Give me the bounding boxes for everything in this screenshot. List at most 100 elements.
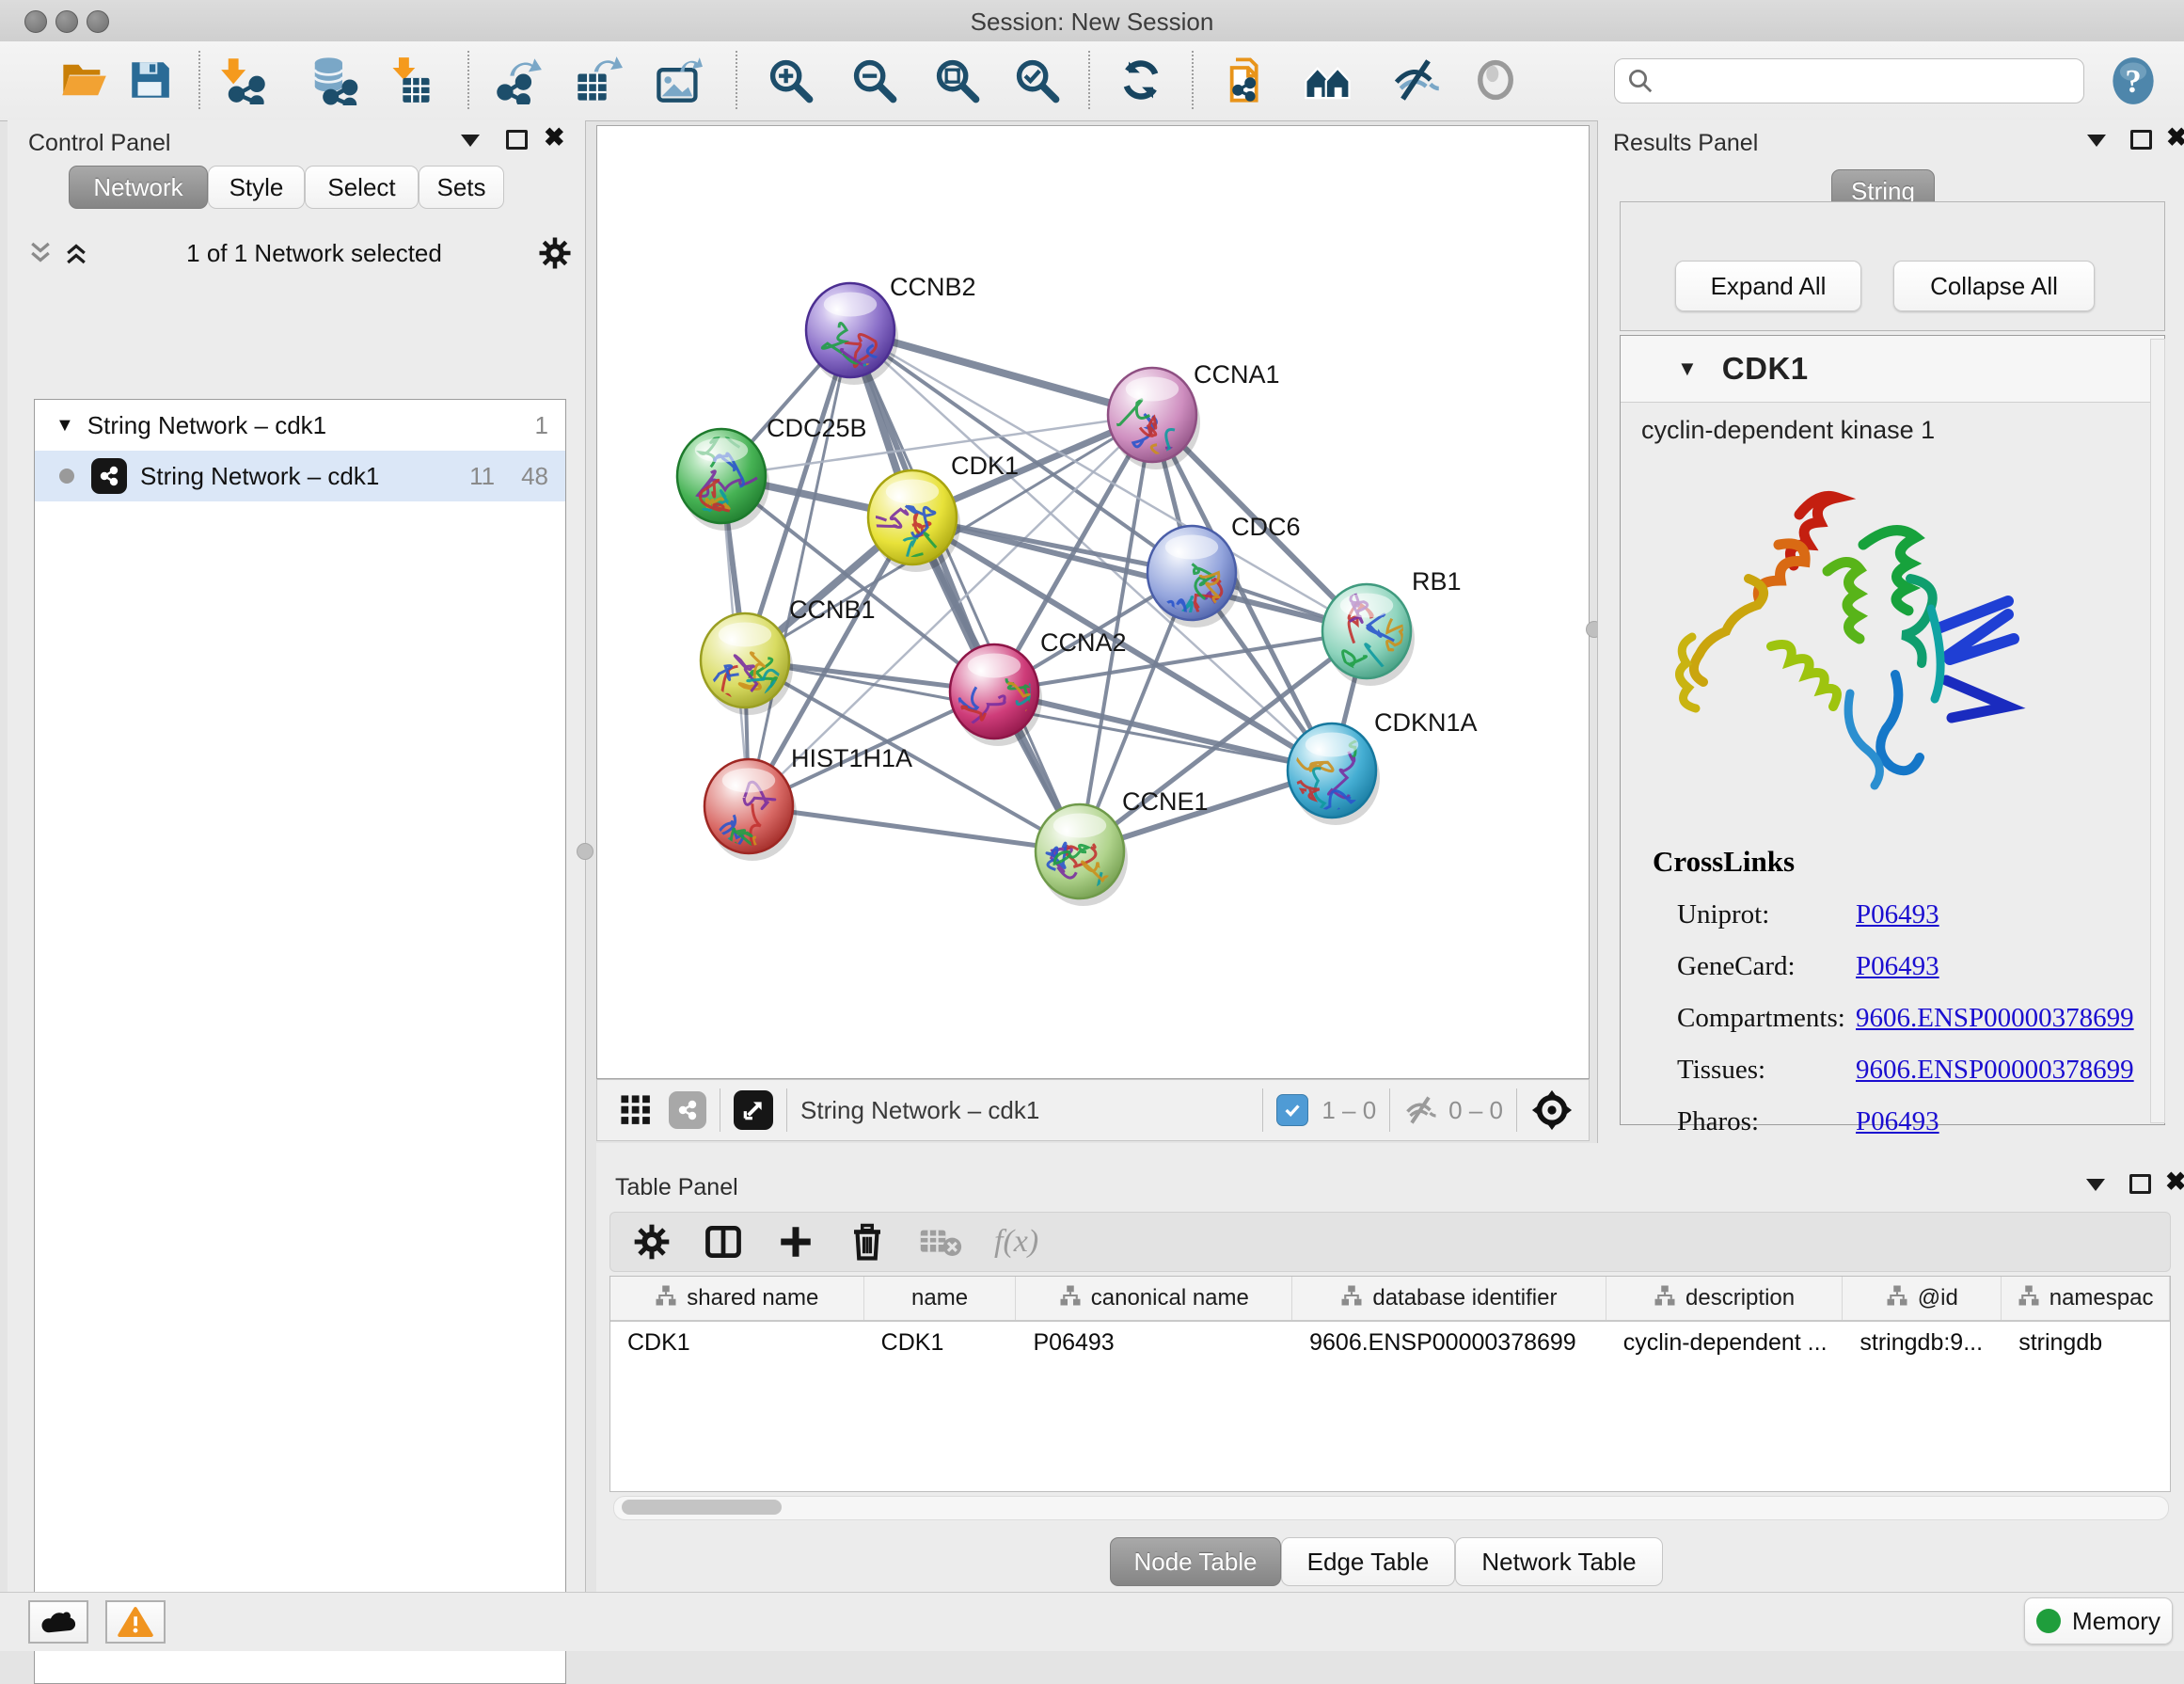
gear-icon[interactable] xyxy=(538,236,572,270)
table-panel-close-icon[interactable]: ✖ xyxy=(2165,1172,2184,1191)
zoom-out-button[interactable] xyxy=(847,53,901,107)
network-share-icon[interactable] xyxy=(669,1091,706,1129)
table-cell[interactable]: stringdb xyxy=(2002,1322,2170,1363)
tab-sets[interactable]: Sets xyxy=(419,166,504,209)
tab-node-table[interactable]: Node Table xyxy=(1110,1537,1281,1586)
column-header-description[interactable]: description xyxy=(1606,1277,1844,1320)
tree-collapse-caret-icon[interactable]: ▼ xyxy=(55,415,74,437)
table-cell[interactable]: cyclin-dependent ... xyxy=(1606,1322,1844,1363)
warning-button[interactable] xyxy=(105,1600,166,1644)
results-panel-float-icon[interactable] xyxy=(2130,130,2152,150)
node-HIST1H1A[interactable]: HIST1H1A xyxy=(702,744,912,880)
edge-CCNB2-HIST1H1A[interactable] xyxy=(749,330,850,806)
edge-CCNA2-CDKN1A[interactable] xyxy=(994,691,1332,771)
grid-view-icon[interactable] xyxy=(620,1094,652,1126)
import-table-file-button[interactable] xyxy=(384,53,438,107)
column-header--id[interactable]: @id xyxy=(1843,1277,2002,1320)
network-canvas[interactable]: CCNB2CCNA1CDC25BCDK1CDC6RB1CCNB1CCNA2CDK… xyxy=(596,125,1590,1079)
gene-header-row[interactable]: ▼ CDK1 xyxy=(1621,336,2164,403)
edge-HIST1H1A-CCNE1[interactable] xyxy=(749,806,1080,851)
node-CCNA2[interactable]: CCNA2 xyxy=(938,628,1126,746)
table-cell[interactable]: 9606.ENSP00000378699 xyxy=(1292,1322,1606,1363)
node-CCNE1[interactable]: CCNE1 xyxy=(1036,787,1209,913)
table-cell[interactable]: stringdb:9... xyxy=(1843,1322,2002,1363)
network-tree-item-row[interactable]: String Network – cdk1 11 48 xyxy=(35,451,565,501)
control-panel-float-icon[interactable] xyxy=(506,130,528,150)
collapse-all-button[interactable]: Collapse All xyxy=(1893,261,2095,311)
zoom-selected-button[interactable] xyxy=(1009,53,1064,107)
column-header-name[interactable]: name xyxy=(864,1277,1017,1320)
import-network-database-button[interactable] xyxy=(307,53,361,107)
table-row[interactable]: CDK1CDK1P064939606.ENSP00000378699cyclin… xyxy=(610,1322,2170,1363)
help-button[interactable]: ? xyxy=(2109,56,2158,110)
clone-network-button[interactable] xyxy=(1221,53,1275,107)
tab-network-table[interactable]: Network Table xyxy=(1455,1537,1663,1586)
gene-description: cyclin-dependent kinase 1 xyxy=(1621,403,2164,445)
node-CDKN1A[interactable]: CDKN1A xyxy=(1288,708,1478,847)
crosslink-link[interactable]: P06493 xyxy=(1856,951,1939,982)
tab-style[interactable]: Style xyxy=(208,166,305,209)
show-all-button[interactable] xyxy=(1468,53,1523,107)
results-scrollbar[interactable] xyxy=(2150,339,2165,1123)
tab-select[interactable]: Select xyxy=(305,166,419,209)
zoom-in-button[interactable] xyxy=(763,53,817,107)
table-horizontal-scrollbar[interactable] xyxy=(613,1496,2169,1520)
tab-network[interactable]: Network xyxy=(69,166,208,209)
table-cell[interactable]: CDK1 xyxy=(864,1322,1017,1363)
crosslink-link[interactable]: P06493 xyxy=(1856,1106,1939,1137)
export-table-button[interactable] xyxy=(571,53,625,107)
save-session-button[interactable] xyxy=(122,53,177,107)
delete-column-icon[interactable] xyxy=(847,1222,887,1262)
table-panel-float-icon[interactable] xyxy=(2129,1174,2151,1194)
column-header-namespac[interactable]: namespac xyxy=(2002,1277,2170,1320)
control-panel-menu-icon[interactable] xyxy=(461,135,480,147)
network-tree-root-row[interactable]: ▼ String Network – cdk1 1 xyxy=(35,400,565,451)
import-network-file-button[interactable] xyxy=(216,53,271,107)
help-icon: ? xyxy=(2109,56,2158,105)
node-label-RB1: RB1 xyxy=(1412,567,1462,596)
column-header-canonical-name[interactable]: canonical name xyxy=(1016,1277,1292,1320)
column-header-database-identifier[interactable]: database identifier xyxy=(1292,1277,1606,1320)
export-image-button[interactable] xyxy=(651,53,705,107)
node-RB1[interactable]: RB1 xyxy=(1322,567,1462,716)
open-session-button[interactable] xyxy=(56,53,111,107)
column-header-shared-name[interactable]: shared name xyxy=(610,1277,864,1320)
expand-all-icon[interactable] xyxy=(62,239,90,267)
cloud-button[interactable] xyxy=(28,1600,88,1644)
network-graph[interactable]: CCNB2CCNA1CDC25BCDK1CDC6RB1CCNB1CCNA2CDK… xyxy=(597,126,1589,1078)
table-panel-menu-icon[interactable] xyxy=(2086,1179,2105,1191)
left-splitter-handle[interactable] xyxy=(577,843,593,860)
crosslink-link[interactable]: 9606.ENSP00000378699 xyxy=(1856,1055,2134,1086)
refresh-view-button[interactable] xyxy=(1114,53,1168,107)
node-label-CDK1: CDK1 xyxy=(951,452,1019,480)
pan-target-icon[interactable] xyxy=(1530,1088,1574,1132)
hide-selected-button[interactable] xyxy=(1388,53,1443,107)
selected-nodes-checkbox[interactable] xyxy=(1276,1094,1308,1126)
scrollbar-thumb[interactable] xyxy=(622,1500,782,1515)
add-column-icon[interactable] xyxy=(776,1222,815,1262)
edge-CCNB2-CCNE1[interactable] xyxy=(850,330,1080,851)
birdseye-view-icon[interactable] xyxy=(734,1090,773,1130)
gene-collapse-caret-icon[interactable]: ▼ xyxy=(1677,357,1698,381)
crosslink-label: GeneCard: xyxy=(1677,951,1856,982)
home-view-button[interactable] xyxy=(1301,53,1355,107)
crosslink-link[interactable]: P06493 xyxy=(1856,899,1939,930)
node-CDC6[interactable]: CDC6 xyxy=(1147,513,1301,660)
control-panel-close-icon[interactable]: ✖ xyxy=(544,128,565,147)
expand-all-button[interactable]: Expand All xyxy=(1675,261,1861,311)
crosslink-link[interactable]: 9606.ENSP00000378699 xyxy=(1856,1003,2134,1034)
collapse-all-icon[interactable] xyxy=(26,239,55,267)
node-CDC25B[interactable]: CDC25B xyxy=(677,414,867,531)
memory-button[interactable]: Memory xyxy=(2024,1597,2173,1644)
search-input[interactable] xyxy=(1662,67,2072,95)
show-column-icon[interactable] xyxy=(703,1221,744,1263)
results-panel-menu-icon[interactable] xyxy=(2087,135,2106,147)
table-cell[interactable]: CDK1 xyxy=(610,1322,864,1363)
tab-edge-table[interactable]: Edge Table xyxy=(1281,1537,1455,1586)
results-panel-close-icon[interactable]: ✖ xyxy=(2166,128,2184,147)
table-cell[interactable]: P06493 xyxy=(1016,1322,1292,1363)
collection-count: 1 xyxy=(535,411,548,440)
zoom-fit-button[interactable] xyxy=(929,53,984,107)
export-network-button[interactable] xyxy=(491,53,546,107)
table-gear-icon[interactable] xyxy=(633,1223,671,1261)
